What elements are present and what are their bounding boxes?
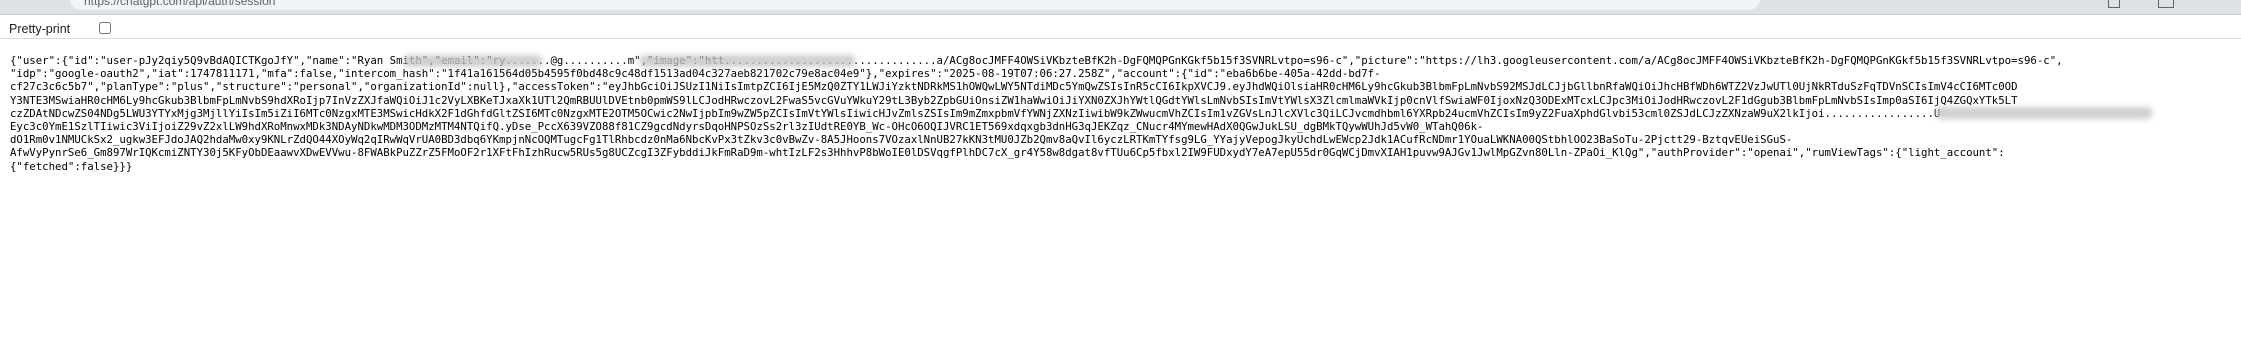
restore-icon[interactable] [2108, 0, 2120, 8]
address-bar[interactable]: https://chatgpt.com/api/auth/session [70, 0, 1760, 10]
json-line: "idp":"google-oauth2","iat":1747811171,"… [10, 67, 1381, 81]
pretty-print-checkbox[interactable] [99, 22, 111, 34]
json-body: {"user":{"id":"user-pJy2qiy5Q9vBdAQICTKg… [10, 54, 2232, 173]
redaction-email [404, 55, 542, 67]
json-line: {"fetched":false}}} [10, 159, 133, 173]
browser-top-bar: https://chatgpt.com/api/auth/session [0, 0, 2241, 15]
redaction-session-id [1936, 107, 2152, 119]
json-line: Eyc3c0YmE1SzlTIiwic3ViIjoiZ29vZ2xlLW9hdX… [10, 119, 1484, 133]
pretty-print-label: Pretty-print [9, 22, 71, 36]
json-line: {"user":{"id":"user-pJy2qiy5Q9vBdAQICTKg… [10, 54, 2063, 67]
address-text: https://chatgpt.com/api/auth/session [84, 0, 276, 8]
json-line: AfwVyPynrSe6_Gm897WrIQKcmiZNTY30j5KFyObD… [10, 146, 2005, 160]
json-line: Y3NTE3MSwiaHR0cHM6Ly9hcGkub3BlbmFpLmNvbS… [10, 93, 2018, 107]
json-line: dO1Rm0v1NMUCkSx2_ugkw3EFJdoJAQ2hdaMw0xy9… [10, 133, 1793, 147]
maximize-icon[interactable] [2158, 0, 2174, 8]
json-line: czZDAtNDcwZS04NDg5LWU3YTYxMjg3MjllYiIsIm… [10, 106, 1941, 120]
redaction-image [640, 55, 855, 67]
pretty-print-bar: Pretty-print [0, 17, 2241, 39]
json-line: cf27c3c6c5b7","planType":"plus","structu… [10, 80, 2018, 94]
